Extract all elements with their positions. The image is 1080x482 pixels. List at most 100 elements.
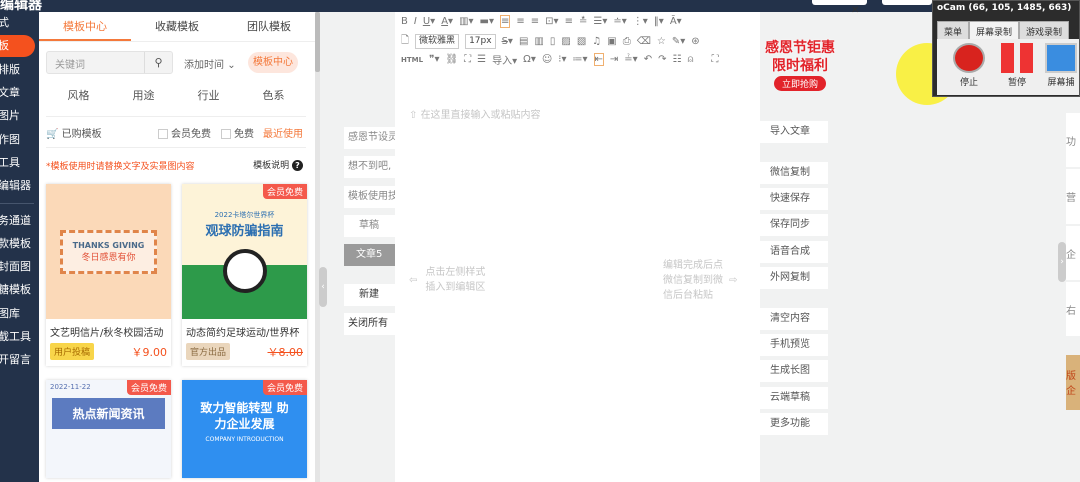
external-copy-button[interactable]: 外网复制 — [760, 267, 828, 289]
ocam-capture-button[interactable]: 屏幕捕 — [1041, 43, 1079, 88]
letter-spacing-icon[interactable]: Ā▾ — [670, 16, 682, 27]
print-icon[interactable]: ⎙ — [623, 36, 631, 47]
template-help[interactable]: 模板说明 ? — [253, 158, 303, 171]
template-center-pill[interactable]: 模板中心 — [248, 52, 298, 73]
free-checkbox[interactable]: 免费 — [221, 125, 254, 140]
list-icon[interactable]: ⋮▾ — [633, 16, 648, 27]
long-image-button[interactable]: 生成长图 — [760, 360, 828, 382]
search-input[interactable]: 关键词 ⚲ — [46, 51, 173, 74]
font-size-select[interactable]: 17px — [465, 34, 496, 49]
sidebar-item[interactable]: 开留言 — [0, 349, 39, 371]
row-height-icon[interactable]: ‖▾ — [654, 16, 664, 27]
style-icon[interactable]: ☆ — [657, 36, 666, 47]
divider-icon[interactable]: ☰ — [477, 54, 486, 65]
format-icon[interactable]: ≟▾ — [624, 54, 637, 65]
link-icon[interactable]: ⛓ — [445, 54, 458, 65]
sidebar-item-active[interactable]: 板 — [0, 35, 35, 57]
gallery-icon[interactable]: ▧ — [577, 36, 586, 47]
font-color-icon[interactable]: A▾ — [441, 16, 453, 27]
emoji-icon[interactable]: ☺ — [542, 54, 552, 65]
fullscreen-icon[interactable]: ⛶ — [711, 54, 718, 65]
template-card[interactable]: THANKS GIVING 冬日感恩有你 文艺明信片/秋冬校园活动 用户投稿 ￥9… — [46, 184, 171, 366]
indent-left-icon[interactable]: ⇤ — [593, 53, 604, 66]
unordered-list-icon[interactable]: ≔▾ — [572, 54, 587, 65]
filter-industry[interactable]: 行业 — [198, 87, 220, 103]
search-icon[interactable]: ⚲ — [144, 52, 172, 73]
top-button[interactable] — [882, 0, 932, 5]
video-icon[interactable]: ▣ — [607, 36, 616, 47]
cloud-draft-button[interactable]: 云端草稿 — [760, 387, 828, 409]
search-replace-icon[interactable]: ⊛ — [691, 36, 699, 47]
sidebar-item[interactable]: 封面图 — [0, 256, 39, 278]
line-spacing-icon[interactable]: ≛ — [579, 16, 587, 27]
ordered-list-icon[interactable]: ⁝▾ — [558, 54, 566, 65]
special-char-icon[interactable]: Ω▾ — [523, 54, 536, 65]
tab-template-center[interactable]: 模板中心 — [39, 12, 131, 41]
article-tab[interactable]: 想不到吧, — [344, 156, 396, 178]
sidebar-item[interactable]: 图库 — [0, 303, 39, 325]
recent-link[interactable]: 最近使用 — [263, 125, 303, 140]
align-right-icon[interactable]: ≡ — [531, 16, 539, 27]
sidebar-item[interactable]: 款模板 — [0, 233, 39, 255]
template-card[interactable]: 致力智能转型 助力企业发展 COMPANY INTRODUCTION 会员免费 — [182, 380, 307, 478]
wechat-copy-button[interactable]: 微信复制 — [760, 162, 828, 184]
bold-icon[interactable]: B — [401, 16, 408, 27]
redo-icon[interactable]: ↷ — [658, 54, 666, 65]
sidebar-item[interactable]: 作图 — [0, 129, 39, 151]
html-button[interactable]: HTML — [401, 56, 423, 64]
article-tab[interactable]: 感恩节设灵 — [344, 127, 396, 149]
image-icon[interactable]: ▨ — [561, 36, 570, 47]
bg-color-icon[interactable]: ▥▾ — [459, 16, 473, 27]
checklist-icon[interactable]: ☷ — [672, 54, 681, 65]
music-icon[interactable]: ♫ — [592, 36, 601, 47]
article-tab[interactable]: 草稿 — [344, 215, 396, 237]
align-left-icon[interactable]: ≡ — [500, 15, 511, 28]
align-center-icon[interactable]: ≡ — [516, 16, 524, 27]
sidebar-item[interactable]: 截工具 — [0, 326, 39, 348]
underline-icon[interactable]: U▾ — [423, 16, 435, 27]
collapse-right-button[interactable]: › — [1058, 242, 1066, 282]
template-scrollbar[interactable] — [315, 12, 320, 482]
filter-color[interactable]: 色系 — [263, 87, 285, 103]
quick-save-button[interactable]: 快速保存 — [760, 188, 828, 210]
right-ad[interactable]: 版企 — [1066, 355, 1080, 410]
close-all-button[interactable]: 关闭所有 — [344, 313, 396, 335]
sidebar-item[interactable]: 务通道 — [0, 210, 39, 232]
table-icon[interactable]: ▤ — [519, 36, 528, 47]
sidebar-item[interactable]: 工具 — [0, 152, 39, 174]
sort-select[interactable]: 添加时间 ⌄ — [184, 56, 236, 71]
close-icon[interactable]: ✕ — [851, 5, 859, 16]
template-card[interactable]: 2022-11-22 热点新闻资讯 会员免费 — [46, 380, 171, 478]
filter-use[interactable]: 用途 — [133, 87, 155, 103]
sidebar-item[interactable]: 文章 — [0, 82, 39, 104]
font-family-select[interactable]: 微软雅黑 — [415, 34, 460, 49]
clear-content-button[interactable]: 清空内容 — [760, 308, 828, 330]
save-sync-button[interactable]: 保存同步 — [760, 214, 828, 236]
filter-style[interactable]: 风格 — [68, 87, 90, 103]
ocam-pause-button[interactable]: 暂停 — [997, 43, 1037, 88]
right-panel-item[interactable]: 企 — [1066, 226, 1080, 280]
indent-icon[interactable]: ⊡▾ — [545, 16, 558, 27]
tab-favorites[interactable]: 收藏模板 — [131, 12, 223, 41]
sidebar-item[interactable]: 糖模板 — [0, 279, 39, 301]
new-article-button[interactable]: 新建 — [344, 284, 396, 306]
sidebar-item[interactable]: 编辑器 — [0, 175, 39, 197]
sidebar-item[interactable]: 排版 — [0, 59, 39, 81]
purchased-link[interactable]: 已购模板 — [62, 129, 102, 140]
magic-icon[interactable]: ✎▾ — [672, 36, 685, 47]
sidebar-item[interactable]: 图片 — [0, 105, 39, 127]
article-tab-active[interactable]: 文章5 — [344, 244, 396, 266]
border-icon[interactable]: ▬▾ — [480, 16, 494, 27]
columns-icon[interactable]: ▥ — [534, 36, 543, 47]
template-card[interactable]: 2022卡塔尔世界杯 观球防骗指南 会员免费 动态简约足球运动/世界杯 官方出品… — [182, 184, 307, 366]
right-panel-item[interactable]: 营 — [1066, 169, 1080, 224]
member-free-checkbox[interactable]: 会员免费 — [158, 125, 211, 140]
new-doc-icon[interactable]: 🗋 — [401, 33, 409, 50]
voice-synthesis-button[interactable]: 语音合成 — [760, 241, 828, 263]
unlink-icon[interactable]: ⛶ — [464, 54, 471, 65]
promo-button[interactable]: 立即抢购 — [773, 76, 826, 91]
user-icon[interactable]: ⍝ — [687, 54, 693, 65]
tab-team[interactable]: 团队模板 — [223, 12, 315, 41]
quote-icon[interactable]: ❞▾ — [429, 54, 439, 65]
italic-icon[interactable]: I — [414, 16, 417, 27]
